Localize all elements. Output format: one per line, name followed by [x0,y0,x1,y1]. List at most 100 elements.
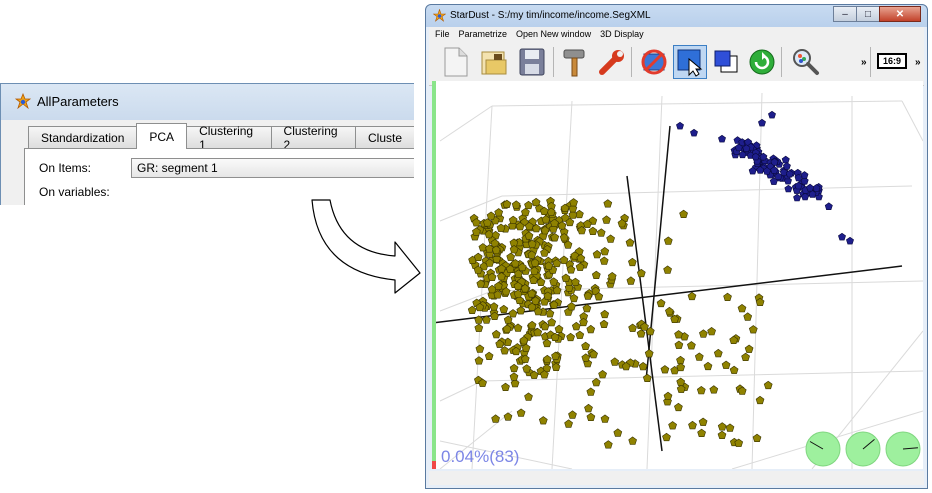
scatter-point [549,277,559,286]
scatter-point [758,118,766,127]
menu-parametrize[interactable]: Parametrize [459,29,508,39]
scatter-point [516,408,526,417]
scatter-point [506,252,516,261]
copy-view-button[interactable] [709,45,743,79]
scatter-point [569,198,578,207]
scatter-point [638,362,648,371]
toolbar-overflow-button-2[interactable]: » [915,57,921,68]
scatter-point [527,320,537,330]
scatter-point [768,110,776,119]
menu-open-new-window[interactable]: Open New window [516,29,591,39]
grid-line [439,105,493,142]
scatter-point [717,430,727,440]
scatter-point [784,184,793,193]
scatter-point [568,410,577,419]
scatter-point [674,340,684,349]
new-file-button[interactable] [439,45,473,79]
3d-scene-canvas[interactable] [432,81,923,469]
scatter-point [524,200,533,210]
close-icon: ✕ [895,8,905,20]
save-button[interactable] [515,45,549,79]
tab-standardization[interactable]: Standardization [28,126,138,149]
scatter-point [709,385,719,394]
close-button[interactable]: ✕ [879,6,921,22]
scatter-point [581,341,590,351]
scatter-point [668,421,677,430]
open-file-icon [481,51,507,75]
scatter-point [499,304,509,314]
maximize-button[interactable]: □ [856,6,880,22]
minimize-button[interactable]: – [833,6,857,22]
scatter-point [494,208,504,217]
inspect-button[interactable] [789,45,823,79]
grid-line [491,100,903,107]
scatter-point [717,422,727,431]
all-parameters-title: AllParameters [37,93,119,109]
scatter-point [725,423,735,432]
scatter-point [599,319,609,328]
scatter-point [591,270,601,279]
scatter-point [600,309,610,319]
scatter-point [824,202,833,210]
grid-line [901,100,923,142]
scatter-point [676,355,685,365]
scatter-point [508,309,518,318]
status-percent-text: 0.04%(83) [441,447,520,466]
scatter-point [696,386,706,395]
scatter-point [662,432,671,442]
scatter-point [846,236,854,245]
aspect-ratio-button[interactable]: 16:9 [877,53,907,69]
scatter-point [697,428,706,438]
tab-clustering-3[interactable]: Cluste [354,126,414,149]
scatter-point [592,250,602,259]
tab-clustering-2[interactable]: Clustering 2 [270,124,356,152]
scatter-point [613,428,623,437]
on-variables-label: On variables: [39,185,110,199]
3d-scatter-view[interactable]: 0.04%(83) [432,81,923,469]
reset-view-button[interactable] [637,45,671,79]
scatter-point [755,395,765,405]
refresh-button[interactable] [745,45,779,79]
toolbar-overflow-button-1[interactable]: » [861,57,867,68]
scatter-point [591,377,601,387]
scatter-point [676,377,686,386]
scatter-point [713,348,723,358]
menu-file[interactable]: File [435,29,450,39]
scatter-point [628,323,637,332]
scatter-point [542,354,552,364]
scatter-point [554,324,564,333]
tab-clustering-1[interactable]: Clustering 1 [186,124,272,152]
on-items-select[interactable]: GR: segment 1 [131,158,414,178]
scatter-point [596,228,606,237]
toolbar-separator [631,47,632,77]
scatter-point [687,341,696,350]
scatter-point [660,365,670,374]
new-file-icon [444,47,468,77]
scatter-point [663,265,672,274]
menu-3d-display[interactable]: 3D Display [600,29,644,39]
scatter-point [674,330,683,339]
scatter-point [508,215,518,224]
grid-line [501,185,913,197]
scatter-point [743,312,753,321]
scatter-point [603,199,613,208]
wrench-button[interactable] [595,45,629,79]
scatter-point [663,391,673,401]
stardust-title: StarDust - S:/my tim/income/income.SegXM… [450,10,651,21]
parameter-tabs: Standardization PCA Clustering 1 Cluster… [28,123,414,152]
scatter-point [598,370,607,379]
scatter-point [688,420,697,430]
tab-pca[interactable]: PCA [136,123,188,149]
all-parameters-titlebar: AllParameters [15,92,119,110]
scatter-point [521,207,530,217]
open-file-button[interactable] [477,45,511,79]
scatter-point [642,373,652,383]
select-tool-button[interactable] [673,45,707,79]
scatter-point [467,305,477,314]
save-icon [519,48,545,76]
scatter-point [516,306,526,315]
scatter-point [496,223,506,232]
orientation-discs [805,431,921,467]
hammer-button[interactable] [559,45,593,79]
maximize-icon: □ [864,8,872,20]
